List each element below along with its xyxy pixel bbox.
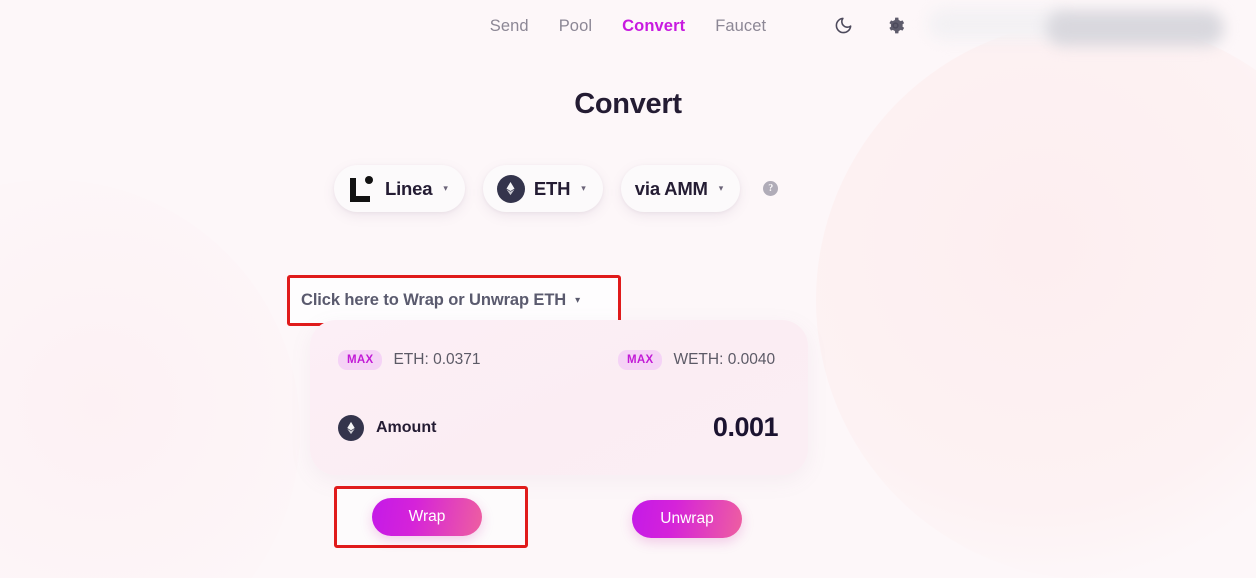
amount-row: Amount 0.001: [338, 412, 779, 443]
wallet-address-pill[interactable]: [1046, 10, 1224, 46]
chain-selector-label: Linea: [385, 177, 433, 199]
selector-row: Linea ▾ ETH ▾ via AMM ▾ ?: [334, 165, 779, 212]
balance-eth-text: ETH: 0.0371: [393, 351, 481, 368]
nav-item-faucet[interactable]: Faucet: [715, 17, 766, 36]
wallet-info-redacted[interactable]: [928, 6, 1228, 50]
ethereum-icon: [338, 414, 364, 441]
convert-card: MAX ETH: 0.0371 MAX WETH: 0.0040 Amount …: [310, 320, 808, 475]
balance-weth: MAX WETH: 0.0040: [618, 350, 775, 370]
background-blob-left: [0, 180, 300, 578]
balance-eth: MAX ETH: 0.0371: [338, 350, 618, 370]
chain-selector[interactable]: Linea ▾: [334, 165, 465, 212]
chevron-down-icon: ▾: [575, 294, 581, 306]
chevron-down-icon: ▾: [443, 183, 448, 193]
nav-item-pool[interactable]: Pool: [559, 17, 592, 36]
route-selector-label: via AMM: [634, 177, 708, 199]
chevron-down-icon: ▾: [718, 183, 724, 193]
balance-row: MAX ETH: 0.0371 MAX WETH: 0.0040: [338, 350, 780, 370]
wrap-unwrap-dropdown-label: Click here to Wrap or Unwrap ETH: [301, 291, 567, 309]
wrap-button-annotation: Wrap: [334, 486, 528, 548]
nav-item-send[interactable]: Send: [490, 17, 529, 36]
gear-icon[interactable]: [884, 14, 906, 36]
unwrap-button[interactable]: Unwrap: [632, 500, 742, 538]
linea-logo-icon: [348, 175, 376, 202]
token-selector[interactable]: ETH ▾: [482, 165, 603, 212]
moon-icon[interactable]: [832, 14, 854, 36]
ethereum-icon: [496, 174, 525, 203]
help-icon[interactable]: ?: [763, 181, 779, 196]
max-button-weth[interactable]: MAX: [618, 350, 663, 370]
nav-item-convert[interactable]: Convert: [622, 17, 685, 36]
wrap-unwrap-dropdown[interactable]: Click here to Wrap or Unwrap ETH ▾: [290, 278, 618, 323]
header-icon-group: [832, 14, 906, 36]
max-button-eth[interactable]: MAX: [338, 350, 383, 370]
page-title: Convert: [574, 88, 682, 120]
token-selector-label: ETH: [533, 177, 571, 199]
chevron-down-icon: ▾: [581, 183, 586, 193]
amount-label: Amount: [376, 418, 437, 436]
amount-input-value[interactable]: 0.001: [713, 412, 779, 443]
route-selector[interactable]: via AMM ▾: [620, 165, 741, 212]
wrap-button[interactable]: Wrap: [372, 498, 482, 536]
balance-weth-text: WETH: 0.0040: [673, 351, 776, 368]
app-header: Send Pool Convert Faucet: [0, 0, 1256, 52]
wrap-dropdown-annotation: Click here to Wrap or Unwrap ETH ▾: [287, 275, 621, 326]
